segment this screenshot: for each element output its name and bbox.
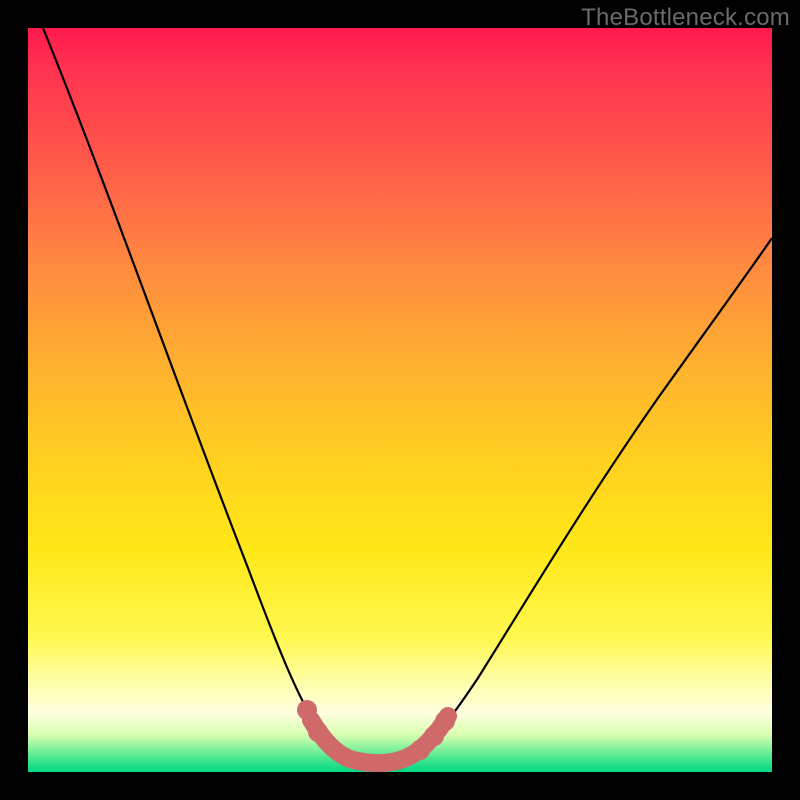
highlight-dot [297,700,317,720]
curve-right [410,238,772,758]
highlight-dot [308,722,328,742]
watermark-text: TheBottleneck.com [581,4,790,32]
highlight-dot [435,711,455,731]
curve-left [43,28,350,758]
bottleneck-chart [28,28,772,772]
